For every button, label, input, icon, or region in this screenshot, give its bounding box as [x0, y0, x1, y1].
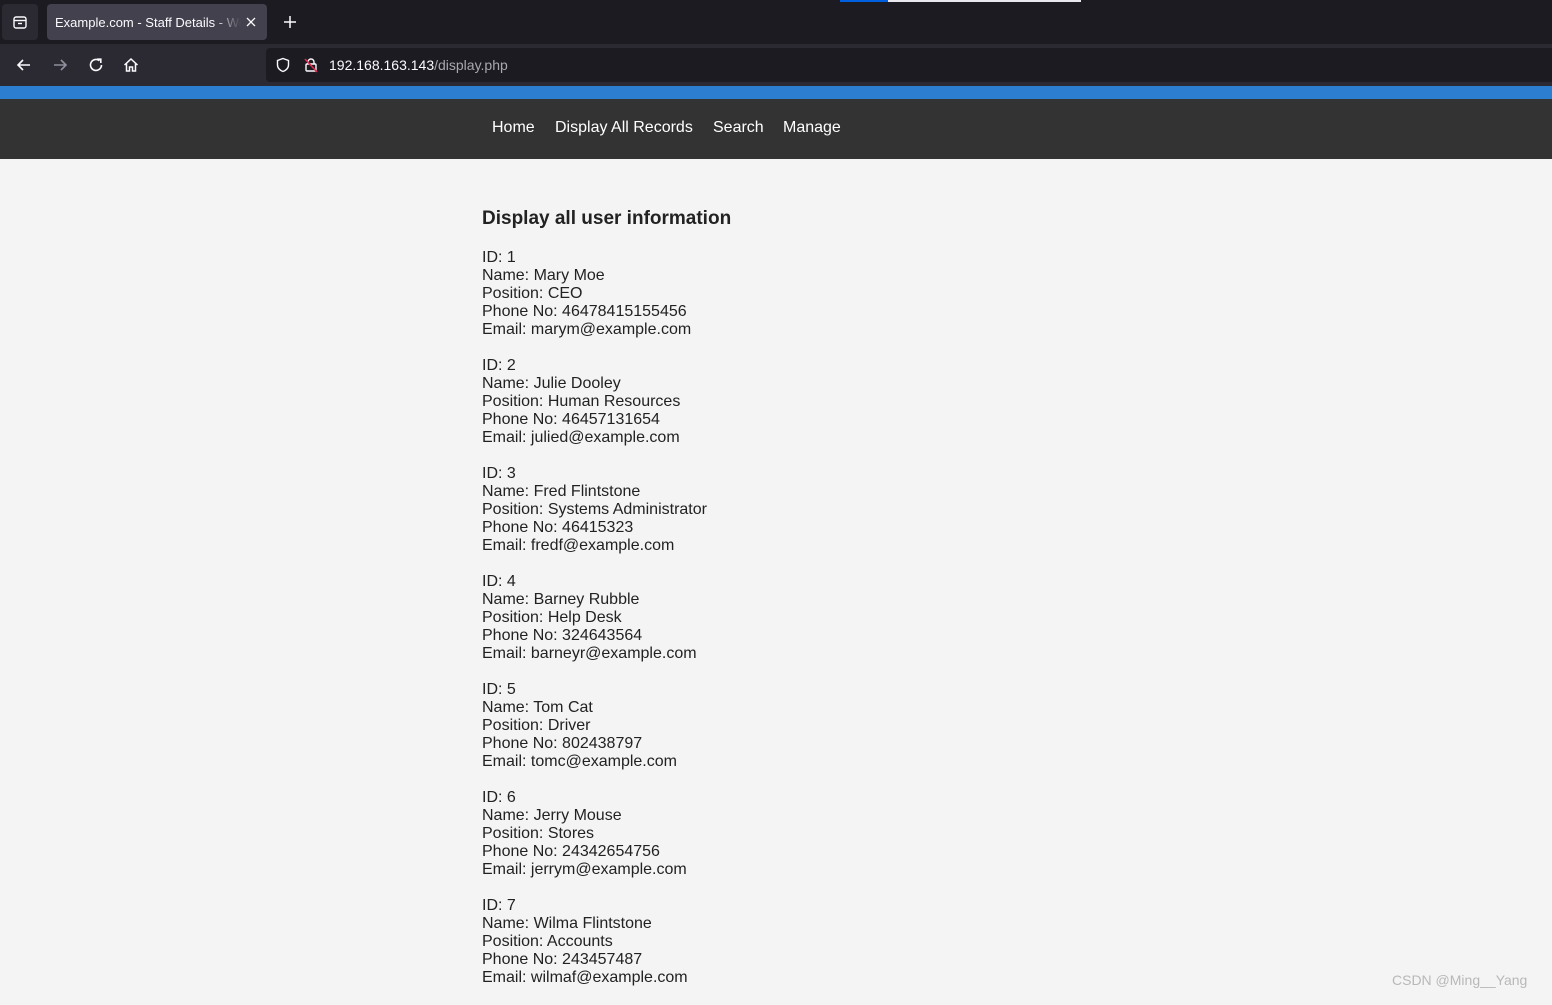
nav-display-all-records-link[interactable]: Display All Records: [555, 119, 693, 137]
record-phone: Phone No: 46478415155456: [482, 303, 687, 320]
record-email: Email: jerrym@example.com: [482, 861, 687, 878]
browser-tab-bar: Example.com - Staff Details - Welcome: [0, 0, 1552, 44]
record-position: Position: Systems Administrator: [482, 501, 707, 518]
main-content: Display all user information ID: 1 Name:…: [482, 207, 1182, 1005]
record-position: Position: Stores: [482, 825, 595, 842]
url-bar[interactable]: 192.168.163.143/display.php: [266, 48, 1552, 82]
record-2: ID: 2 Name: Julie Dooley Position: Human…: [482, 357, 1182, 447]
record-name: Name: Wilma Flintstone: [482, 915, 652, 932]
record-email: Email: tomc@example.com: [482, 753, 677, 770]
record-id: ID: 4: [482, 573, 516, 590]
tab-overview-icon[interactable]: [2, 4, 38, 40]
record-id: ID: 3: [482, 465, 516, 482]
record-phone: Phone No: 46415323: [482, 519, 634, 536]
record-position: Position: CEO: [482, 285, 583, 302]
record-name: Name: Tom Cat: [482, 699, 593, 716]
record-phone: Phone No: 243457487: [482, 951, 643, 968]
nav-manage-link[interactable]: Manage: [783, 119, 841, 137]
record-position: Position: Help Desk: [482, 609, 622, 626]
record-phone: Phone No: 24342654756: [482, 843, 660, 860]
record-id: ID: 7: [482, 897, 516, 914]
url-path: /display.php: [434, 57, 508, 73]
record-name: Name: Jerry Mouse: [482, 807, 622, 824]
tab-title: Example.com - Staff Details - Welcome: [55, 14, 241, 30]
record-name: Name: Mary Moe: [482, 267, 605, 284]
loading-indicator-track: [888, 0, 1081, 2]
browser-nav-bar: 192.168.163.143/display.php: [0, 44, 1552, 86]
site-accent-bar: [0, 86, 1552, 99]
record-email: Email: barneyr@example.com: [482, 645, 697, 662]
reload-icon[interactable]: [82, 51, 110, 79]
record-email: Email: fredf@example.com: [482, 537, 675, 554]
nav-home-link[interactable]: Home: [492, 119, 535, 137]
record-name: Name: Barney Rubble: [482, 591, 640, 608]
url-host: 192.168.163.143: [329, 57, 435, 73]
record-position: Position: Accounts: [482, 933, 613, 950]
record-id: ID: 6: [482, 789, 516, 806]
record-phone: Phone No: 802438797: [482, 735, 643, 752]
close-icon[interactable]: [243, 14, 259, 30]
shield-icon[interactable]: [275, 57, 291, 73]
forward-arrow-icon[interactable]: [46, 51, 74, 79]
plus-icon[interactable]: [278, 10, 302, 34]
record-4: ID: 4 Name: Barney Rubble Position: Help…: [482, 573, 1182, 663]
record-3: ID: 3 Name: Fred Flintstone Position: Sy…: [482, 465, 1182, 555]
record-phone: Phone No: 324643564: [482, 627, 643, 644]
record-5: ID: 5 Name: Tom Cat Position: Driver Pho…: [482, 681, 1182, 771]
record-7: ID: 7 Name: Wilma Flintstone Position: A…: [482, 897, 1182, 987]
insecure-lock-icon[interactable]: [303, 57, 319, 73]
record-id: ID: 5: [482, 681, 516, 698]
page-title: Display all user information: [482, 208, 732, 229]
record-position: Position: Driver: [482, 717, 591, 734]
url-text[interactable]: 192.168.163.143/display.php: [329, 57, 508, 73]
record-phone: Phone No: 46457131654: [482, 411, 660, 428]
record-email: Email: marym@example.com: [482, 321, 692, 338]
back-arrow-icon[interactable]: [10, 51, 38, 79]
browser-tab[interactable]: Example.com - Staff Details - Welcome: [47, 4, 267, 40]
record-1: ID: 1 Name: Mary Moe Position: CEO Phone…: [482, 249, 1182, 339]
site-nav: Home Display All Records Search Manage: [0, 99, 1552, 159]
watermark: CSDN @Ming__Yang: [1392, 972, 1528, 988]
home-icon[interactable]: [117, 51, 145, 79]
records-list: ID: 1 Name: Mary Moe Position: CEO Phone…: [482, 249, 1182, 987]
record-name: Name: Fred Flintstone: [482, 483, 641, 500]
record-email: Email: julied@example.com: [482, 429, 680, 446]
record-6: ID: 6 Name: Jerry Mouse Position: Stores…: [482, 789, 1182, 879]
record-position: Position: Human Resources: [482, 393, 681, 410]
record-email: Email: wilmaf@example.com: [482, 969, 688, 986]
record-id: ID: 1: [482, 249, 516, 266]
record-id: ID: 2: [482, 357, 516, 374]
loading-indicator: [840, 0, 888, 2]
record-name: Name: Julie Dooley: [482, 375, 621, 392]
nav-search-link[interactable]: Search: [713, 119, 764, 137]
